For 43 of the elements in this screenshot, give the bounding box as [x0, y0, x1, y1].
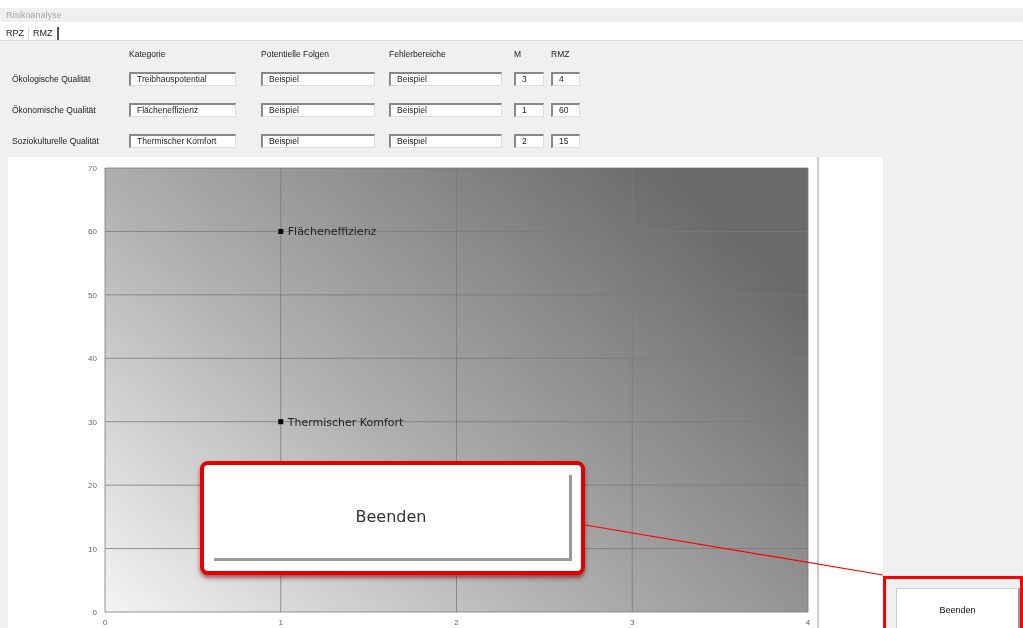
text-field[interactable]: 15 — [551, 133, 580, 148]
axis-label: 60 — [88, 227, 97, 237]
close-button[interactable]: Beenden — [896, 588, 1020, 628]
text-field[interactable]: 3 — [514, 71, 544, 86]
point-label: Thermischer Komfort — [287, 415, 404, 429]
text-field[interactable]: Thermischer Komfort — [129, 133, 236, 148]
axis-label: 10 — [88, 544, 97, 554]
window-title: Risikoanalyse — [0, 8, 1023, 22]
text-field[interactable]: 2 — [514, 133, 544, 148]
row-label: Ökonomische Qualität — [12, 104, 97, 118]
column-header: Fehlerbereiche — [389, 48, 447, 62]
point-label: Flächeneffizienz — [287, 225, 377, 239]
axis-label: 40 — [88, 354, 97, 364]
column-header: RMZ — [551, 48, 571, 62]
row-label: Soziokulturelle Qualität — [12, 135, 100, 149]
text-field[interactable]: 60 — [551, 102, 580, 117]
text-field[interactable]: Beispiel — [261, 133, 375, 148]
axis-label: 4 — [805, 618, 811, 627]
column-header: Kategorie — [129, 48, 167, 62]
axis-label: 70 — [88, 164, 97, 173]
axis-label: 0 — [102, 618, 108, 627]
axis-label: 3 — [630, 618, 635, 627]
text-field[interactable]: Beispiel — [261, 102, 375, 117]
column-header: Potentielle Folgen — [261, 48, 331, 62]
text-field[interactable]: Flächeneffizienz — [129, 102, 236, 117]
text-field[interactable]: Treibhauspotential — [129, 71, 236, 86]
axis-label: 1 — [278, 618, 283, 627]
axis-label: 50 — [88, 290, 97, 300]
axis-label: 20 — [88, 481, 97, 491]
axis-label: 30 — [88, 417, 97, 427]
text-field[interactable]: 4 — [551, 71, 580, 86]
text-field[interactable]: 1 — [514, 102, 544, 117]
axis-label: 2 — [454, 618, 459, 627]
tab[interactable]: RPZ — [2, 26, 28, 40]
text-field[interactable]: Beispiel — [389, 133, 502, 148]
column-header: M — [514, 48, 523, 62]
text-field[interactable]: Beispiel — [389, 71, 502, 86]
tab[interactable]: RMZ — [28, 26, 59, 40]
text-field[interactable]: Beispiel — [389, 102, 502, 117]
row-label: Ökologische Qualität — [12, 73, 92, 87]
text-field[interactable]: Beispiel — [261, 71, 375, 86]
axis-label: 0 — [92, 608, 97, 617]
close-button[interactable]: Beenden — [213, 475, 572, 561]
